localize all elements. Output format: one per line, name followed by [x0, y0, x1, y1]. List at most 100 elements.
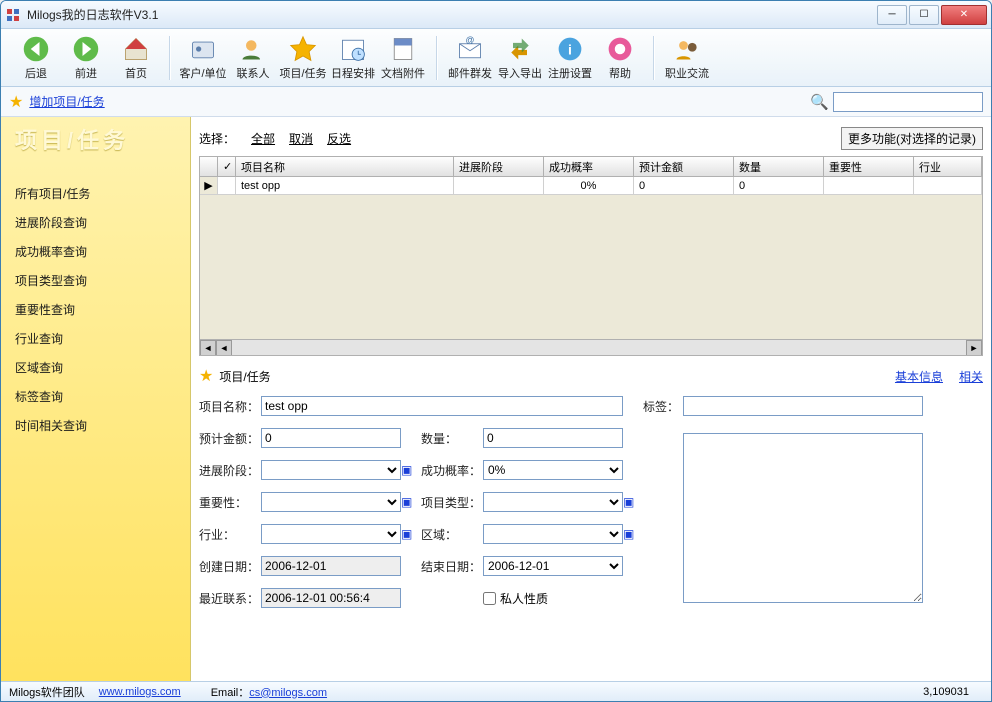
- col-check[interactable]: ✓: [218, 157, 236, 177]
- search-icon[interactable]: 🔍: [810, 93, 829, 111]
- add-project-link[interactable]: 增加项目/任务: [29, 93, 104, 110]
- star-icon: ★: [199, 366, 213, 386]
- cell-amount: 0: [634, 177, 734, 195]
- label-importance: 重要性：: [199, 494, 261, 511]
- sidebar-item-importance[interactable]: 重要性查询: [15, 295, 176, 324]
- back-button[interactable]: 后退: [11, 33, 61, 83]
- col-industry[interactable]: 行业: [914, 157, 982, 177]
- sidebar-item-stage[interactable]: 进展阶段查询: [15, 208, 176, 237]
- select-label: 选择：: [199, 130, 235, 147]
- sidebar-item-all[interactable]: 所有项目/任务: [15, 179, 176, 208]
- maximize-button[interactable]: ☐: [909, 5, 939, 25]
- attachments-icon: [389, 35, 417, 63]
- minimize-button[interactable]: ─: [877, 5, 907, 25]
- status-team: Milogs软件团队: [9, 684, 85, 700]
- main-toolbar: 后退 前进 首页 客户/单位 联系人 项目/任务 日程安排 文档附件 @邮件群发…: [1, 29, 991, 87]
- select-row: 选择： 全部 取消 反选 更多功能(对选择的记录): [191, 117, 991, 156]
- svg-text:i: i: [568, 41, 572, 57]
- svg-text:@: @: [466, 35, 475, 45]
- end-select[interactable]: 2006-12-01: [483, 556, 623, 576]
- sidebar-item-industry[interactable]: 行业查询: [15, 324, 176, 353]
- clients-icon: [189, 35, 217, 63]
- home-button[interactable]: 首页: [111, 33, 161, 83]
- sidebar-item-type[interactable]: 项目类型查询: [15, 266, 176, 295]
- import-export-button[interactable]: 导入导出: [495, 33, 545, 83]
- close-button[interactable]: ✕: [941, 5, 987, 25]
- attachments-button[interactable]: 文档附件: [378, 33, 428, 83]
- back-icon: [22, 35, 50, 63]
- qty-input[interactable]: [483, 428, 623, 448]
- industry-pick-icon[interactable]: ▣: [401, 527, 421, 541]
- col-amount[interactable]: 预计金额: [634, 157, 734, 177]
- data-grid[interactable]: ✓ 项目名称 进展阶段 成功概率 预计金额 数量 重要性 行业 ▶ test o…: [199, 156, 983, 356]
- info-icon: i: [556, 35, 584, 63]
- tags-input[interactable]: [683, 396, 923, 416]
- more-functions-button[interactable]: 更多功能(对选择的记录): [841, 127, 983, 150]
- sidebar-item-tag[interactable]: 标签查询: [15, 382, 176, 411]
- titlebar: Milogs我的日志软件V3.1 ─ ☐ ✕: [1, 1, 991, 29]
- prob-select[interactable]: 0%: [483, 460, 623, 480]
- label-tags: 标签：: [643, 398, 683, 415]
- clients-button[interactable]: 客户/单位: [178, 33, 228, 83]
- industry-select[interactable]: [261, 524, 401, 544]
- register-button[interactable]: i注册设置: [545, 33, 595, 83]
- importance-select[interactable]: [261, 492, 401, 512]
- sidebar-item-time[interactable]: 时间相关查询: [15, 411, 176, 440]
- scroll-left-icon[interactable]: ◄: [200, 340, 216, 356]
- sidebar-item-region[interactable]: 区域查询: [15, 353, 176, 382]
- status-url[interactable]: www.milogs.com: [99, 686, 181, 698]
- sidebar-item-prob[interactable]: 成功概率查询: [15, 237, 176, 266]
- region-pick-icon[interactable]: ▣: [623, 527, 643, 541]
- stage-select[interactable]: [261, 460, 401, 480]
- label-lastcontact: 最近联系：: [199, 590, 261, 607]
- scroll-right-icon[interactable]: ►: [966, 340, 982, 356]
- table-row[interactable]: ▶ test opp 0% 0 0: [200, 177, 982, 195]
- scroll-left2-icon[interactable]: ◄: [216, 340, 232, 356]
- cell-industry: [914, 177, 982, 195]
- importance-pick-icon[interactable]: ▣: [401, 495, 421, 509]
- app-icon: [5, 7, 21, 23]
- forward-button[interactable]: 前进: [61, 33, 111, 83]
- col-name[interactable]: 项目名称: [236, 157, 454, 177]
- grid-hscroll[interactable]: ◄ ◄ ►: [200, 339, 982, 355]
- cell-qty: 0: [734, 177, 824, 195]
- private-checkbox[interactable]: 私人性质: [483, 590, 623, 607]
- col-stage[interactable]: 进展阶段: [454, 157, 544, 177]
- tab-related[interactable]: 相关: [959, 368, 983, 385]
- contacts-icon: [239, 35, 267, 63]
- help-button[interactable]: 帮助: [595, 33, 645, 83]
- notes-textarea[interactable]: [683, 433, 923, 603]
- amount-input[interactable]: [261, 428, 401, 448]
- forward-icon: [72, 35, 100, 63]
- import-export-icon: [506, 35, 534, 63]
- contacts-button[interactable]: 联系人: [228, 33, 278, 83]
- mail-icon: @: [456, 35, 484, 63]
- tab-basic[interactable]: 基本信息: [895, 368, 943, 385]
- col-prob[interactable]: 成功概率: [544, 157, 634, 177]
- schedule-button[interactable]: 日程安排: [328, 33, 378, 83]
- col-qty[interactable]: 数量: [734, 157, 824, 177]
- lastcontact-input: [261, 588, 401, 608]
- search-input[interactable]: [833, 92, 983, 112]
- col-importance[interactable]: 重要性: [824, 157, 914, 177]
- sidebar-header: 项目/任务: [1, 117, 190, 161]
- ptype-pick-icon[interactable]: ▣: [623, 495, 643, 509]
- help-icon: [606, 35, 634, 63]
- career-button[interactable]: 职业交流: [662, 33, 712, 83]
- select-cancel[interactable]: 取消: [289, 130, 313, 147]
- label-industry: 行业：: [199, 526, 261, 543]
- ptype-select[interactable]: [483, 492, 623, 512]
- select-all[interactable]: 全部: [251, 130, 275, 147]
- schedule-icon: [339, 35, 367, 63]
- status-build: 3,109031: [923, 686, 969, 698]
- select-invert[interactable]: 反选: [327, 130, 351, 147]
- region-select[interactable]: [483, 524, 623, 544]
- projects-button[interactable]: 项目/任务: [278, 33, 328, 83]
- label-stage: 进展阶段：: [199, 462, 261, 479]
- label-ptype: 项目类型：: [421, 494, 483, 511]
- status-email[interactable]: cs@milogs.com: [249, 687, 327, 699]
- stage-pick-icon[interactable]: ▣: [401, 463, 421, 477]
- mail-button[interactable]: @邮件群发: [445, 33, 495, 83]
- col-sel[interactable]: [200, 157, 218, 177]
- name-input[interactable]: [261, 396, 623, 416]
